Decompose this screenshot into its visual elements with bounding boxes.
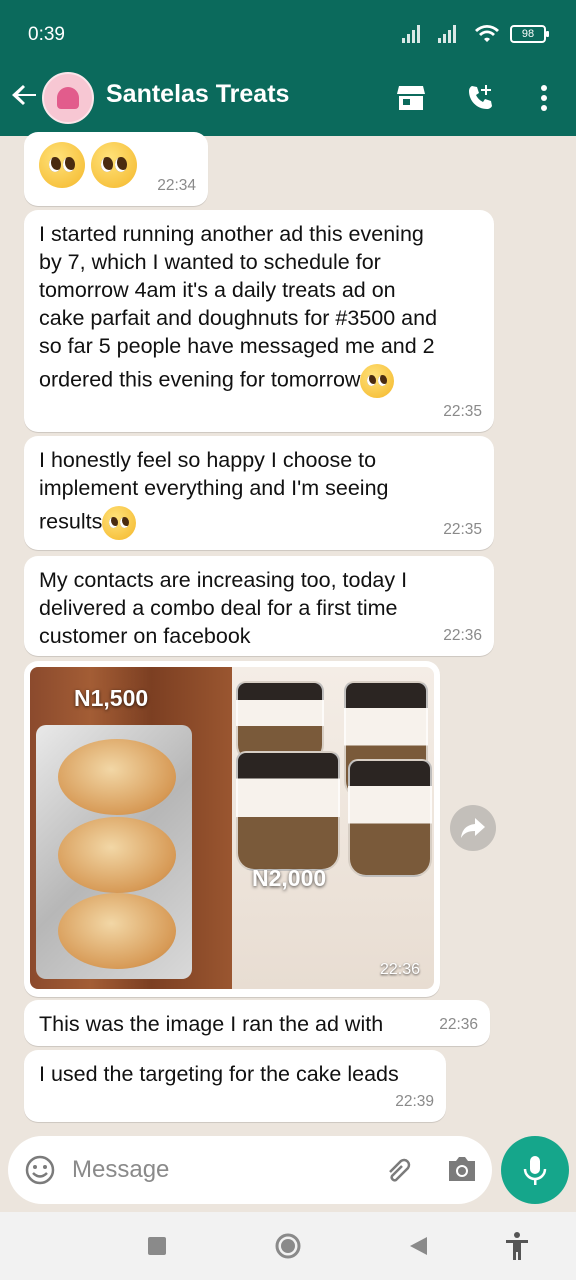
accessibility-button[interactable] bbox=[503, 1232, 531, 1260]
signal-icon bbox=[402, 25, 428, 43]
cupcake-logo-icon bbox=[57, 87, 79, 109]
emoji-icon[interactable] bbox=[24, 1154, 56, 1186]
parfait-photo: N2,000 bbox=[232, 667, 434, 989]
message-bubble[interactable]: This was the image I ran the ad with 22:… bbox=[24, 1000, 490, 1046]
store-icon[interactable] bbox=[393, 80, 429, 116]
wifi-icon bbox=[475, 25, 499, 42]
camera-icon[interactable] bbox=[446, 1155, 478, 1183]
message-bubble[interactable]: I honestly feel so happy I choose to imp… bbox=[24, 436, 494, 550]
home-button[interactable] bbox=[274, 1232, 302, 1260]
attachment-icon[interactable] bbox=[384, 1154, 414, 1186]
message-line: My contacts are increasing too, today I bbox=[39, 568, 408, 592]
doughnut bbox=[58, 739, 176, 815]
message-bubble[interactable]: 22:34 bbox=[24, 132, 208, 206]
emoji-row bbox=[39, 142, 137, 188]
forward-arrow-icon bbox=[461, 818, 485, 838]
accessibility-icon bbox=[506, 1232, 528, 1260]
pleading-face-emoji-icon bbox=[39, 142, 85, 188]
top-bar: 0:39 98 Santelas Treats bbox=[0, 0, 576, 136]
message-text: I used the targeting for the cake leads bbox=[39, 1062, 399, 1086]
image-message[interactable]: N1,500 N2,000 22:36 bbox=[24, 661, 440, 997]
battery-icon: 98 bbox=[510, 25, 549, 43]
circle-icon bbox=[275, 1233, 301, 1259]
chat-title[interactable]: Santelas Treats bbox=[106, 80, 289, 109]
message-bubble[interactable]: I started running another ad this evenin… bbox=[24, 210, 494, 432]
message-line: by 7, which I wanted to schedule for bbox=[39, 250, 381, 274]
forward-button[interactable] bbox=[450, 805, 496, 851]
message-line: ordered this evening for tomorrow bbox=[39, 364, 437, 398]
parfait-cup bbox=[236, 751, 340, 871]
message-line: tomorrow 4am it's a daily treats ad on bbox=[39, 278, 396, 302]
voice-message-button[interactable] bbox=[501, 1136, 569, 1204]
back-button[interactable] bbox=[404, 1232, 432, 1260]
message-line: I honestly feel so happy I choose to bbox=[39, 448, 377, 472]
ad-image[interactable]: N1,500 N2,000 22:36 bbox=[30, 667, 434, 989]
parfait-cup bbox=[348, 759, 432, 877]
message-time: 22:39 bbox=[395, 1093, 434, 1110]
message-time: 22:36 bbox=[439, 1016, 478, 1033]
avatar[interactable] bbox=[42, 72, 94, 124]
status-time: 0:39 bbox=[28, 24, 65, 45]
message-time: 22:35 bbox=[443, 521, 482, 538]
recents-button[interactable] bbox=[143, 1232, 171, 1260]
message-line: implement everything and I'm seeing bbox=[39, 476, 389, 500]
message-text: I honestly feel so happy I choose to imp… bbox=[39, 446, 388, 540]
message-text: This was the image I ran the ad with bbox=[39, 1012, 384, 1036]
battery-level: 98 bbox=[521, 28, 535, 40]
doughnut-photo: N1,500 bbox=[30, 667, 232, 989]
message-line-text: results bbox=[39, 509, 103, 534]
message-line: customer on facebook bbox=[39, 624, 251, 648]
message-line: results bbox=[39, 506, 388, 540]
doughnut bbox=[58, 817, 176, 893]
doughnut bbox=[58, 893, 176, 969]
foil-tray bbox=[36, 725, 192, 979]
message-line-text: ordered this evening for tomorrow bbox=[39, 367, 361, 392]
price-label: N1,500 bbox=[74, 685, 149, 711]
message-bubble[interactable]: My contacts are increasing too, today I … bbox=[24, 556, 494, 656]
more-menu-icon[interactable] bbox=[526, 80, 562, 116]
back-arrow-icon[interactable] bbox=[10, 80, 40, 114]
message-bubble[interactable]: I used the targeting for the cake leads … bbox=[24, 1050, 446, 1122]
message-time: 22:35 bbox=[443, 403, 482, 420]
microphone-icon bbox=[523, 1156, 547, 1185]
message-line: cake parfait and doughnuts for #3500 and bbox=[39, 306, 438, 330]
signal-icon-2 bbox=[438, 25, 464, 43]
triangle-back-icon bbox=[410, 1237, 427, 1255]
message-text: My contacts are increasing too, today I … bbox=[39, 566, 407, 650]
system-nav-bar bbox=[0, 1212, 576, 1280]
chat-header: Santelas Treats bbox=[0, 64, 576, 136]
message-line: so far 5 people have messaged me and 2 bbox=[39, 334, 435, 358]
pleading-face-emoji-icon bbox=[90, 142, 137, 188]
message-line: delivered a combo deal for a first time bbox=[39, 596, 398, 620]
status-bar: 0:39 98 bbox=[0, 0, 576, 64]
add-call-icon[interactable] bbox=[463, 80, 499, 116]
message-input[interactable]: Message bbox=[72, 1156, 169, 1184]
message-composer: Message bbox=[8, 1136, 492, 1204]
status-icons: 98 bbox=[402, 24, 549, 44]
price-label: N2,000 bbox=[252, 865, 327, 891]
message-line: I started running another ad this evenin… bbox=[39, 222, 424, 246]
message-time: 22:36 bbox=[443, 627, 482, 644]
message-time: 22:36 bbox=[379, 961, 420, 978]
pleading-face-emoji-icon bbox=[102, 506, 137, 540]
message-time: 22:34 bbox=[157, 177, 196, 194]
message-text: I started running another ad this evenin… bbox=[39, 220, 437, 398]
square-icon bbox=[148, 1237, 166, 1255]
message-list[interactable]: 22:34 I started running another ad this … bbox=[0, 132, 576, 1136]
pleading-face-emoji-icon bbox=[360, 364, 395, 398]
